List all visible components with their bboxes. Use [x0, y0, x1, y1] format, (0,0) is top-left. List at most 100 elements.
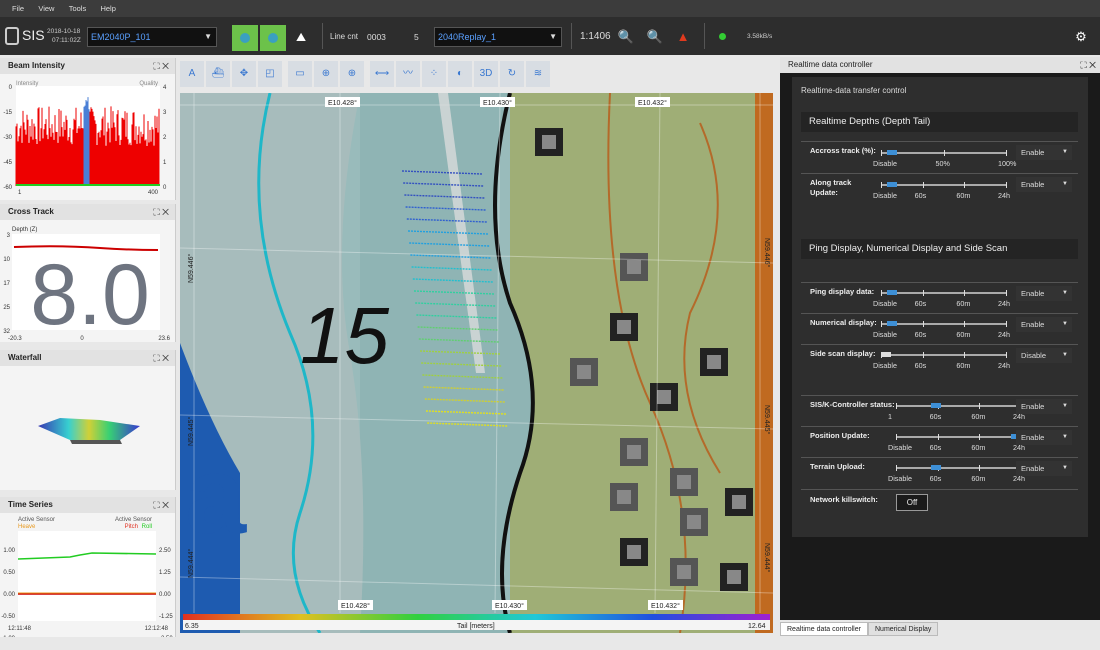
- expand-close-icon[interactable]: ⛶ ✕: [153, 497, 169, 513]
- enable-select-value: Disable: [1021, 351, 1047, 360]
- slider-tick: [1006, 150, 1007, 156]
- profile-icon[interactable]: 〰: [396, 61, 420, 87]
- axis-label: Intensity: [16, 81, 38, 87]
- enable-select[interactable]: Enable ▼: [1016, 177, 1072, 192]
- expand-close-icon[interactable]: ⛶ ✕: [1080, 57, 1096, 73]
- slider-tick: [896, 403, 897, 409]
- slider-track[interactable]: Disable 60s 60m 24h: [888, 465, 1025, 483]
- killswitch-value: Off: [906, 498, 918, 507]
- left-lat-label: N59.445°: [187, 417, 195, 446]
- line-count-value: 5: [414, 32, 419, 42]
- slider-thumb[interactable]: [881, 352, 891, 357]
- menu-help[interactable]: Help: [100, 0, 115, 17]
- slider-thumb[interactable]: [886, 321, 897, 326]
- soundings-icon[interactable]: ⁘: [422, 61, 446, 87]
- gear-icon[interactable]: ⚙: [1069, 25, 1093, 49]
- palette-icon[interactable]: ◐: [448, 61, 472, 87]
- time-label: 07:11:02Z: [52, 37, 81, 44]
- slider-track[interactable]: Disable 50% 100%: [873, 150, 1016, 168]
- killswitch-label: Network killswitch:: [810, 495, 878, 504]
- slider-thumb[interactable]: [886, 290, 897, 295]
- ping-toggle-button[interactable]: [232, 25, 258, 51]
- slider-tick-label: 60s: [914, 299, 927, 308]
- tab-realtime-controller[interactable]: Realtime data controller: [780, 622, 868, 636]
- nautical-chart[interactable]: 15 a E10.428° E10.430° E10.432° E10.428°…: [180, 93, 773, 633]
- log-toggle-button[interactable]: [260, 25, 286, 51]
- slider-tick: [881, 321, 882, 327]
- menu-tools[interactable]: Tools: [69, 0, 87, 17]
- auto-center-icon[interactable]: A: [180, 61, 204, 87]
- enable-select[interactable]: Enable ▼: [1016, 430, 1072, 445]
- expand-close-icon[interactable]: ⛶ ✕: [153, 350, 169, 366]
- slider-tick: [964, 352, 966, 358]
- beam-intensity-chart: Intensity Quality 0 -15 -30 -45 -60 4 3 2 1 0 1 400: [3, 81, 167, 196]
- menu-view[interactable]: View: [38, 0, 54, 17]
- map-view[interactable]: 15 a E10.428° E10.430° E10.432° E10.428°…: [180, 93, 773, 633]
- replay-select[interactable]: 2040Replay_1 ▼: [434, 27, 562, 47]
- waypoint-icon[interactable]: ⊕: [314, 61, 338, 87]
- status-led-icon: [719, 33, 726, 40]
- enable-select[interactable]: Enable ▼: [1016, 317, 1072, 332]
- enable-select-value: Enable: [1021, 148, 1045, 157]
- ruler-icon[interactable]: ▭: [288, 61, 312, 87]
- map-toolbar: A ⛴ ✥ ◰ ▭ ⊕ ⊕ ⟷ 〰 ⁘ ◐ 3D ↻ ≋: [176, 57, 780, 91]
- expand-close-icon[interactable]: ⛶ ✕: [153, 204, 169, 220]
- tick-label: -1.00: [1, 636, 15, 637]
- slider-track[interactable]: 1 60s 60m 24h: [888, 403, 1025, 421]
- tick-label: 0: [9, 85, 13, 91]
- slider-tick-label: 60m: [971, 443, 986, 452]
- zoom-out-icon[interactable]: 🔍: [643, 25, 667, 49]
- 3d-view-icon[interactable]: 3D: [474, 61, 498, 87]
- slider-row-num: Numerical display: Disable 60s 60m 24h Enable…: [801, 313, 1078, 344]
- row-label: Terrain Upload:: [810, 462, 865, 471]
- tick-label: -20.3: [8, 336, 22, 342]
- area-icon[interactable]: ◰: [258, 61, 282, 87]
- slider-tick-label: Disable: [873, 299, 897, 308]
- legend-label: Roll: [142, 524, 152, 530]
- vessel-icon[interactable]: ⛴: [206, 61, 230, 87]
- expand-close-icon[interactable]: ⛶ ✕: [153, 58, 169, 74]
- slider-track[interactable]: Disable 60s 60m 24h: [873, 290, 1010, 308]
- cross-track-chart: Depth (Z)310172532-20.3 0 23.68.0: [3, 227, 170, 343]
- scale-max-label: 12.64: [748, 623, 766, 630]
- slider-track[interactable]: Disable 60s 60m 24h: [873, 321, 1010, 339]
- legend-label: Active Sensor: [18, 517, 55, 523]
- slider-thumb[interactable]: [930, 465, 941, 470]
- slider-track[interactable]: Disable 60s 60m 24h: [888, 434, 1025, 452]
- menu-file[interactable]: File: [12, 0, 24, 17]
- line-icon[interactable]: ⟷: [370, 61, 394, 87]
- slider-thumb[interactable]: [930, 403, 941, 408]
- tab-numerical-display[interactable]: Numerical Display: [868, 622, 939, 636]
- tick-label: 23.6: [158, 336, 170, 342]
- layers-icon[interactable]: ≋: [526, 61, 550, 87]
- slider-tick-label: 60s: [929, 412, 942, 421]
- slider-tick: [943, 150, 945, 156]
- slider-thumb[interactable]: [886, 150, 897, 155]
- enable-select[interactable]: Enable ▼: [1016, 286, 1072, 301]
- sensor-select[interactable]: EM2040P_101 ▼: [87, 27, 217, 47]
- tick-label: -2.50: [159, 636, 173, 637]
- slider-track[interactable]: Disable 60s 60m 24h: [873, 182, 1010, 200]
- tick-label: 1: [163, 160, 167, 166]
- slider-tick-label: Disable: [873, 159, 897, 168]
- terrain-icon[interactable]: ⛰: [289, 25, 313, 49]
- zoom-in-icon[interactable]: 🔍: [614, 25, 638, 49]
- building-icon: [687, 515, 701, 529]
- enable-select[interactable]: Enable ▼: [1016, 145, 1072, 160]
- tick-label: -60: [3, 185, 12, 191]
- enable-select[interactable]: Enable ▼: [1016, 399, 1072, 414]
- slider-track[interactable]: Disable 60s 60m 24h: [873, 352, 1010, 370]
- line-number-field[interactable]: 0003: [367, 32, 386, 42]
- pan-icon[interactable]: ✥: [232, 61, 256, 87]
- killswitch-toggle[interactable]: Off: [896, 494, 928, 511]
- tick-label: 3: [163, 110, 167, 116]
- point-icon[interactable]: ⊕: [340, 61, 364, 87]
- panel-header: Beam Intensity ⛶ ✕: [0, 58, 175, 74]
- enable-select[interactable]: Enable ▼: [1016, 461, 1072, 476]
- slider-thumb[interactable]: [886, 182, 897, 187]
- slider-row-pos: Position Update: Disable 60s 60m 24h Enable ▼: [801, 426, 1078, 457]
- warning-icon[interactable]: ▲: [671, 25, 695, 49]
- refresh-icon[interactable]: ↻: [500, 61, 524, 87]
- enable-select[interactable]: Disable ▼: [1016, 348, 1072, 363]
- slider-tick-label: 100%: [998, 159, 1017, 168]
